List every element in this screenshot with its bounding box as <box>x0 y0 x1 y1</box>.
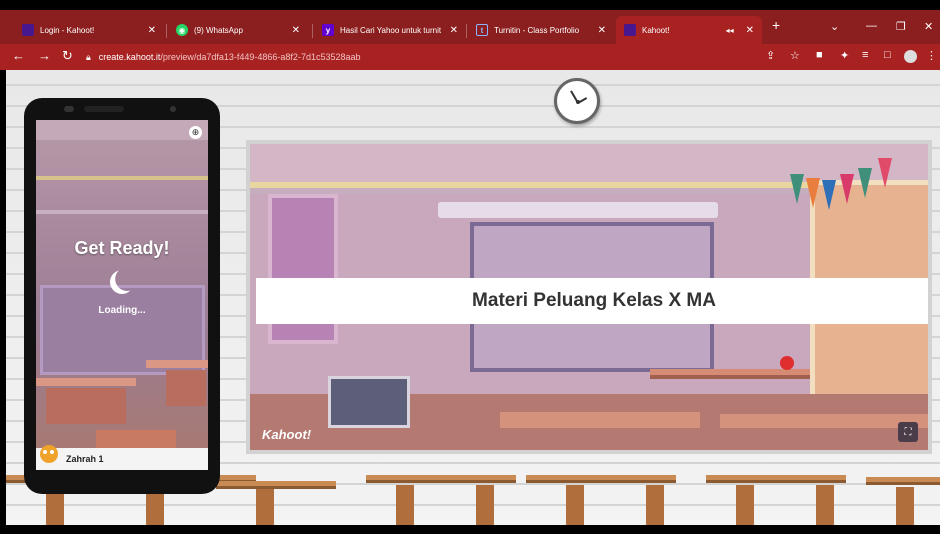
window-close-icon[interactable]: ✕ <box>924 20 933 33</box>
speaker-icon[interactable]: ◂◂ <box>726 26 734 35</box>
globe-icon[interactable]: ⊕ <box>189 126 202 139</box>
url-path: /preview/da7dfa13-f449-4866-a8f2-7d1c535… <box>160 52 361 62</box>
tab-whatsapp[interactable]: ◉ (9) WhatsApp ✕ <box>168 16 308 44</box>
back-icon[interactable]: ← <box>12 48 25 63</box>
share-icon[interactable]: ⇪ <box>766 49 775 62</box>
close-icon[interactable]: ✕ <box>148 25 156 36</box>
player-bar: Zahrah 1 <box>36 445 208 470</box>
tab-label: Kahoot! <box>642 25 670 35</box>
apple-icon <box>780 356 794 370</box>
close-icon[interactable]: ✕ <box>746 25 754 36</box>
fullscreen-icon[interactable]: ⛶ <box>898 422 918 442</box>
close-icon[interactable]: ✕ <box>292 25 300 36</box>
reload-icon[interactable]: ↻ <box>62 48 73 64</box>
tab-label: Login - Kahoot! <box>40 25 95 35</box>
browser-tab-bar: Login - Kahoot! ✕ ◉ (9) WhatsApp ✕ y Has… <box>0 10 940 44</box>
tab-label: Hasil Cari Yahoo untuk turnit <box>340 25 442 35</box>
kahoot-icon <box>22 24 34 36</box>
phone-screen: ⊕ Get Ready! Loading... Zahrah 1 <box>36 120 208 470</box>
tab-turnitin[interactable]: t Turnitin - Class Portfolio ✕ <box>468 16 614 44</box>
turnitin-icon: t <box>476 24 488 36</box>
chevron-down-icon[interactable]: ⌄ <box>830 20 839 33</box>
kahoot-preview-page: ⊕ Get Ready! Loading... Zahrah 1 Materi … <box>6 70 940 525</box>
browser-toolbar: ← → ↻ 🔒︎ create.kahoot.it/preview/da7dfa… <box>0 44 940 70</box>
close-icon[interactable]: ✕ <box>450 25 458 36</box>
bookmark-star-icon[interactable]: ☆ <box>790 49 800 62</box>
puzzle-icon[interactable]: ✦ <box>840 49 849 62</box>
quiz-title: Materi Peluang Kelas X MA <box>256 278 928 324</box>
tab-yahoo-search[interactable]: y Hasil Cari Yahoo untuk turnit ✕ <box>314 16 466 44</box>
tab-kahoot-active[interactable]: Kahoot! ◂◂ ✕ <box>616 16 762 44</box>
lobby-slide: Materi Peluang Kelas X MA Kahoot! ⛶ <box>246 140 932 454</box>
forward-icon[interactable]: → <box>38 48 51 63</box>
new-tab-button[interactable]: + <box>772 17 780 33</box>
menu-dots-icon[interactable]: ⋮ <box>926 49 937 62</box>
player-name: Zahrah 1 <box>66 454 104 464</box>
tab-login-kahoot[interactable]: Login - Kahoot! ✕ <box>14 16 164 44</box>
tab-label: Turnitin - Class Portfolio <box>494 25 580 35</box>
address-bar[interactable]: 🔒︎ create.kahoot.it/preview/da7dfa13-f44… <box>86 47 746 67</box>
yahoo-icon: y <box>322 24 334 36</box>
wall-clock <box>554 78 600 124</box>
kahoot-icon <box>624 24 636 36</box>
sidepanel-icon[interactable]: □ <box>884 49 891 61</box>
kahoot-logo: Kahoot! <box>262 427 312 442</box>
whatsapp-icon: ◉ <box>176 24 188 36</box>
player-avatar-icon <box>40 445 58 463</box>
lock-icon: 🔒︎ <box>86 51 91 62</box>
profile-avatar-icon[interactable] <box>904 50 917 63</box>
phone-preview: ⊕ Get Ready! Loading... Zahrah 1 <box>24 98 220 494</box>
close-icon[interactable]: ✕ <box>598 25 606 36</box>
reading-list-icon[interactable]: ≡ <box>862 49 868 61</box>
tab-label: (9) WhatsApp <box>194 25 243 35</box>
loading-text: Loading... <box>98 305 146 316</box>
url-host: create.kahoot.it <box>98 52 161 62</box>
get-ready-text: Get Ready! <box>74 238 170 258</box>
minimize-icon[interactable]: — <box>866 20 877 32</box>
bottom-edge <box>0 525 940 534</box>
restore-icon[interactable]: ❐ <box>896 20 906 33</box>
extension-icon[interactable]: ■ <box>816 49 823 61</box>
